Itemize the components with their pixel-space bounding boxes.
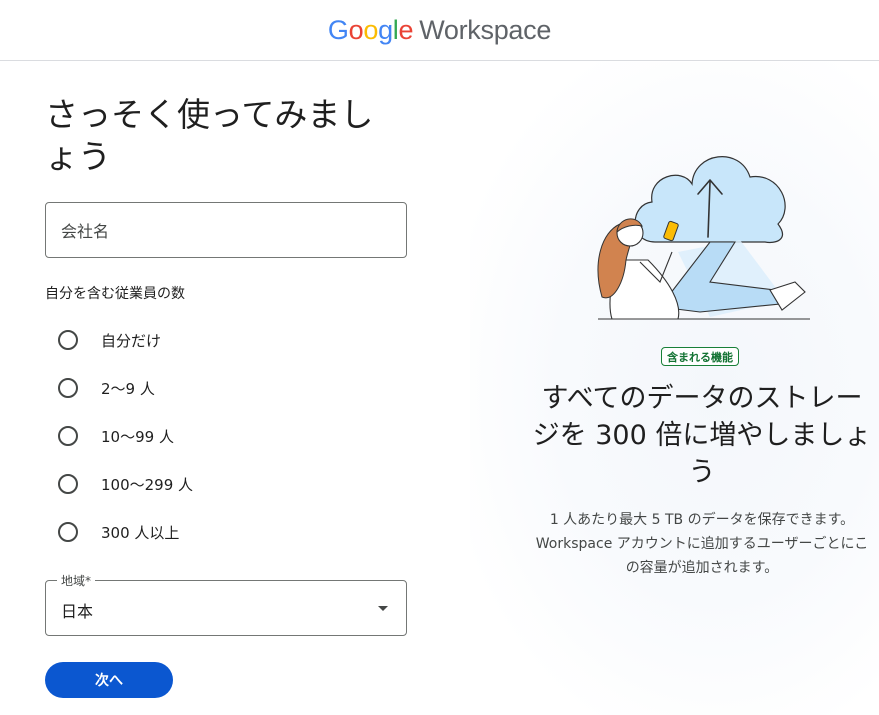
radio-label: 300 人以上: [101, 523, 180, 542]
region-select[interactable]: 地域* 日本: [45, 572, 407, 636]
logo-letter: G: [327, 14, 349, 45]
radio-option-100-299[interactable]: 100～299 人: [58, 472, 193, 496]
feature-title: すべてのデータのストレージを 300 倍に増やしましょう: [532, 383, 872, 488]
product-name: Workspace: [419, 14, 552, 45]
radio-label: 100～299 人: [101, 475, 194, 494]
radio-label: 10～99 人: [101, 427, 174, 446]
google-workspace-logo: Google Workspace: [328, 15, 551, 46]
radio-option-10-99[interactable]: 10～99 人: [58, 424, 174, 448]
region-label: 地域*: [57, 572, 96, 589]
included-feature-badge: 含まれる機能: [661, 347, 739, 366]
radio-option-2-9[interactable]: 2～9 人: [58, 376, 155, 400]
page-title: さっそく使ってみましょう: [45, 95, 374, 176]
logo-letter: e: [398, 14, 414, 45]
radio-button[interactable]: [58, 474, 78, 494]
radio-button[interactable]: [58, 426, 78, 446]
next-button[interactable]: 次へ: [45, 662, 173, 698]
radio-label: 2～9 人: [101, 379, 155, 398]
company-name-placeholder: 会社名: [61, 222, 110, 241]
employee-count-label: 自分を含む従業員の数: [45, 286, 185, 302]
logo-letter: o: [363, 14, 379, 45]
company-name-input[interactable]: 会社名: [45, 202, 407, 258]
app-header: Google Workspace: [0, 0, 879, 61]
radio-option-300-plus[interactable]: 300 人以上: [58, 520, 179, 544]
logo-letter: g: [378, 14, 393, 45]
person-shoe: [769, 281, 806, 311]
radio-label: 自分だけ: [101, 331, 162, 350]
cloud-storage-illustration: [597, 156, 810, 320]
feature-description: 1 人あたり最大 5 TB のデータを保存できます。Workspace アカウン…: [535, 512, 869, 576]
logo-letter: o: [348, 14, 364, 45]
radio-button[interactable]: [58, 378, 78, 398]
radio-option-just-me[interactable]: 自分だけ: [58, 328, 161, 352]
dropdown-arrow-icon[interactable]: [378, 606, 388, 611]
radio-button[interactable]: [58, 522, 78, 542]
radio-button[interactable]: [58, 330, 78, 350]
region-value: 日本: [61, 602, 94, 621]
